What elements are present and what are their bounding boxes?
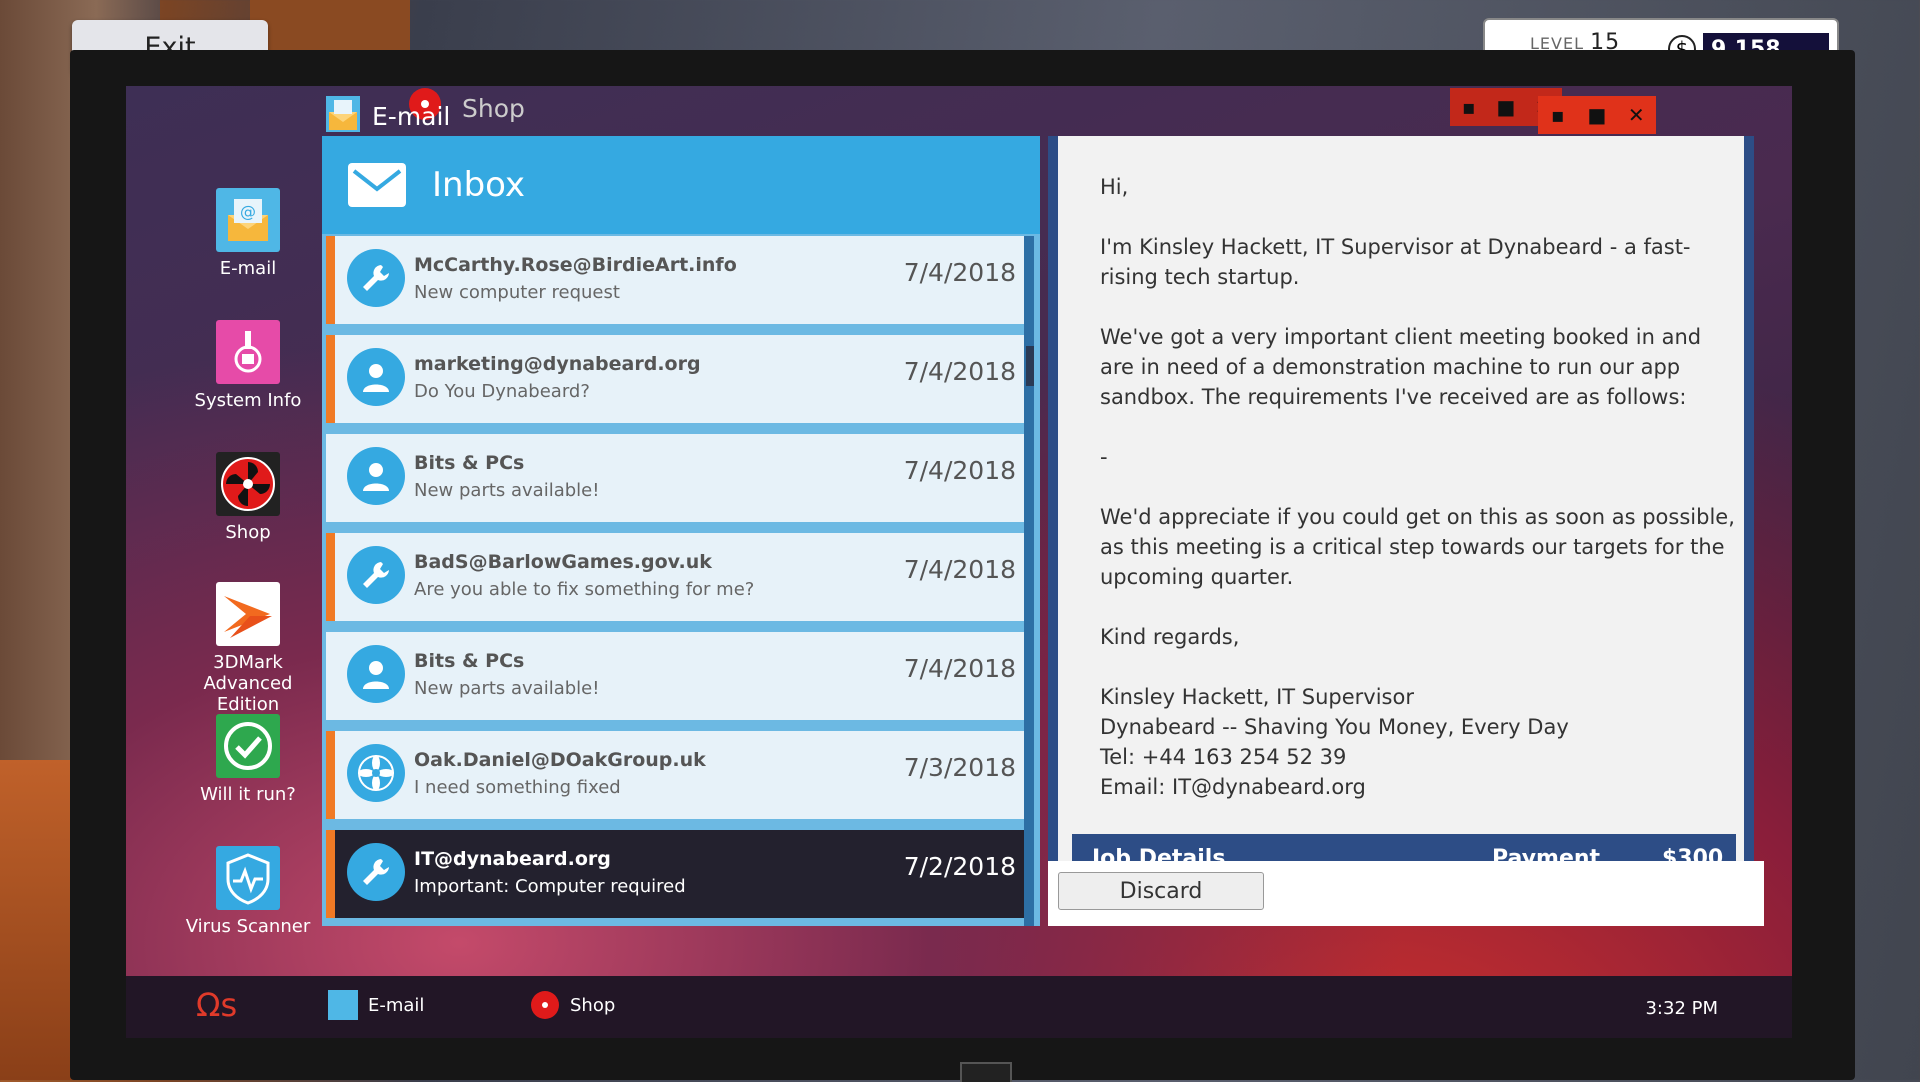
desktop-icon-system-info[interactable]: System Info: [178, 320, 318, 411]
3dmark-icon: [216, 582, 280, 646]
email-icon: @: [216, 188, 280, 252]
email-icon: [326, 96, 360, 132]
message-body-container: Hi, I'm Kinsley Hackett, IT Supervisor a…: [1058, 136, 1744, 861]
email-list-item[interactable]: Bits & PCs New parts available! 7/4/2018: [326, 434, 1024, 522]
monitor-stand: [960, 1062, 1012, 1082]
inbox-scroll-thumb[interactable]: [1026, 346, 1034, 386]
shop-fan-icon: [530, 990, 560, 1020]
shop-fan-icon: [216, 452, 280, 516]
email-list-item[interactable]: Bits & PCs New parts available! 7/4/2018: [326, 632, 1024, 720]
reading-pane: Hi, I'm Kinsley Hackett, IT Supervisor a…: [1048, 136, 1764, 926]
email-list: McCarthy.Rose@BirdieArt.info New computer…: [326, 236, 1024, 929]
desktop-icon-label: Will it run?: [200, 784, 296, 805]
maximize-icon[interactable]: ■: [1582, 103, 1612, 127]
email-sender: Bits & PCs: [414, 452, 525, 474]
desktop-icon-will-it-run[interactable]: Will it run?: [178, 714, 318, 805]
email-sender: McCarthy.Rose@BirdieArt.info: [414, 254, 737, 276]
background-window-title[interactable]: Shop: [462, 94, 525, 123]
checkmark-icon: [216, 714, 280, 778]
start-button[interactable]: Ωs: [196, 986, 237, 1024]
email-list-item[interactable]: McCarthy.Rose@BirdieArt.info New computer…: [326, 236, 1024, 324]
job-details-bar: Job Details Payment $300: [1072, 834, 1736, 861]
window-title: E-mail: [372, 102, 451, 131]
desktop-icon-virus-scanner[interactable]: Virus Scanner: [178, 846, 318, 937]
inbox-scrollbar[interactable]: [1024, 236, 1034, 926]
desktop-icon-shop[interactable]: Shop: [178, 452, 318, 543]
desktop-icon-label: E-mail: [219, 258, 277, 279]
payment-value: $300: [1662, 846, 1724, 861]
email-list-item[interactable]: marketing@dynabeard.org Do You Dynabeard?…: [326, 335, 1024, 423]
email-window-controls: ▪ ■ ✕: [1538, 96, 1656, 134]
email-subject: Do You Dynabeard?: [414, 381, 590, 402]
email-window: Shop E-mail ▪ ■ ✕ Inbox McCarthy.Rose@Bird…: [322, 86, 1764, 926]
shield-pulse-icon: [216, 846, 280, 910]
email-sender: BadS@BarlowGames.gov.uk: [414, 551, 712, 573]
email-window-titlebar[interactable]: Shop E-mail ▪ ■ ✕: [322, 86, 1754, 136]
svg-text:@: @: [240, 202, 256, 221]
taskbar: Ωs E-mail Shop 3:32 PM: [126, 976, 1792, 1038]
inbox-pane: Inbox McCarthy.Rose@BirdieArt.info New co…: [322, 136, 1040, 926]
job-details-label: Job Details: [1092, 846, 1226, 861]
email-date: 7/4/2018: [903, 654, 1016, 683]
email-subject: New parts available!: [414, 480, 600, 501]
email-date: 7/4/2018: [903, 357, 1016, 386]
taskbar-item-shop[interactable]: Shop: [530, 990, 615, 1020]
inbox-title: Inbox: [432, 165, 526, 205]
email-list-item[interactable]: BadS@BarlowGames.gov.uk Are you able to f…: [326, 533, 1024, 621]
email-list-item[interactable]: IT@dynabeard.org Important: Computer requ…: [326, 830, 1024, 918]
taskbar-item-label: Shop: [570, 994, 616, 1016]
close-icon[interactable]: ✕: [1621, 103, 1651, 127]
desktop-icon-label: Shop: [225, 522, 271, 543]
system-info-icon: [216, 320, 280, 384]
taskbar-item-label: E-mail: [368, 994, 425, 1016]
email-sender: Bits & PCs: [414, 650, 525, 672]
message-body: Hi, I'm Kinsley Hackett, IT Supervisor a…: [1100, 175, 1735, 799]
minimize-icon[interactable]: ▪: [1543, 103, 1573, 127]
envelope-icon: [348, 163, 406, 207]
email-date: 7/3/2018: [903, 753, 1016, 782]
email-icon: [328, 990, 358, 1020]
email-subject: I need something fixed: [414, 777, 621, 798]
inbox-header: Inbox: [322, 136, 1040, 234]
desktop-icon-label: 3DMark Advanced Edition: [203, 652, 293, 715]
email-sender: marketing@dynabeard.org: [414, 353, 701, 375]
discard-button[interactable]: Discard: [1058, 872, 1264, 910]
payment-label: Payment: [1492, 846, 1601, 861]
person-icon: [347, 645, 405, 703]
taskbar-item-email[interactable]: E-mail: [328, 990, 424, 1020]
person-icon: [347, 348, 405, 406]
desktop-icon-3dmark[interactable]: 3DMark Advanced Edition: [178, 582, 318, 715]
email-subject: Important: Computer required: [414, 876, 686, 897]
desktop-icon-label: Virus Scanner: [185, 916, 311, 937]
desktop-icon-email[interactable]: @ E-mail: [178, 188, 318, 279]
email-sender: IT@dynabeard.org: [414, 848, 611, 870]
reading-pane-footer: Discard: [1048, 861, 1764, 926]
email-list-item[interactable]: Oak.Daniel@DOakGroup.uk I need something …: [326, 731, 1024, 819]
email-date: 7/2/2018: [903, 852, 1016, 881]
wrench-icon: [347, 843, 405, 901]
email-date: 7/4/2018: [903, 258, 1016, 287]
wrench-icon: [347, 546, 405, 604]
email-date: 7/4/2018: [903, 555, 1016, 584]
taskbar-clock: 3:32 PM: [1645, 998, 1718, 1019]
person-icon: [347, 447, 405, 505]
email-subject: Are you able to fix something for me?: [414, 579, 755, 600]
fan-icon: [347, 744, 405, 802]
desktop-icon-label: System Info: [194, 390, 302, 411]
desktop-screen: @ E-mail System Info Shop 3DMark Advance…: [126, 86, 1792, 1038]
email-subject: New computer request: [414, 282, 620, 303]
email-sender: Oak.Daniel@DOakGroup.uk: [414, 749, 706, 771]
email-date: 7/4/2018: [903, 456, 1016, 485]
wrench-icon: [347, 249, 405, 307]
email-subject: New parts available!: [414, 678, 600, 699]
